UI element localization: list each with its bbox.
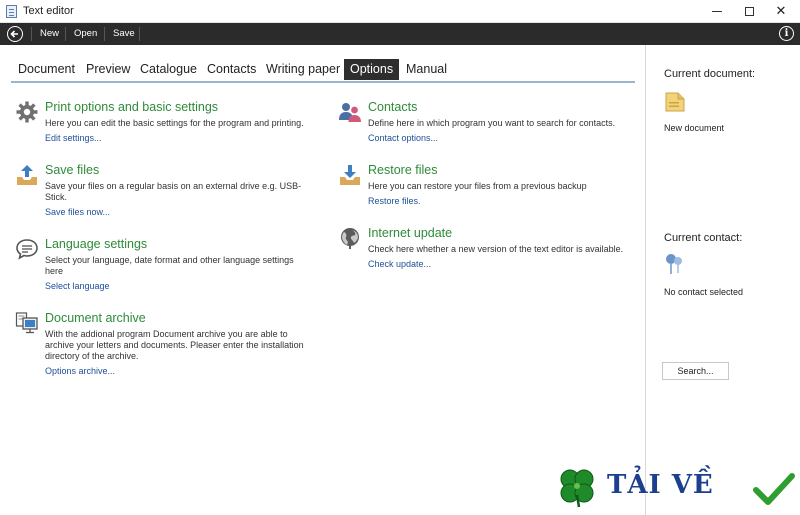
toolbar-separator <box>65 27 66 41</box>
check-update-link[interactable]: Check update... <box>368 259 431 269</box>
tab-contacts[interactable]: Contacts <box>201 59 262 80</box>
section-description: Save your files on a regular basis on an… <box>45 181 302 202</box>
section-title: Print options and basic settings <box>45 100 219 114</box>
minimize-button[interactable] <box>700 0 734 22</box>
info-button[interactable]: i <box>779 26 794 41</box>
section-title: Restore files <box>368 163 438 177</box>
save-files-now-link[interactable]: Save files now... <box>45 207 110 217</box>
download-tray-icon <box>340 165 360 185</box>
tab-catalogue[interactable]: Catalogue <box>134 59 203 80</box>
section-title: Save files <box>45 163 100 177</box>
tab-document[interactable]: Document <box>12 59 81 80</box>
save-files-section: Save files Save your files on a regular … <box>15 163 315 219</box>
toolbar-separator <box>139 27 140 41</box>
options-archive-link[interactable]: Options archive... <box>45 366 115 376</box>
current-contact-value: No contact selected <box>664 287 744 297</box>
watermark-text: TẢI VỀ <box>607 470 714 500</box>
toolbar: New Open Save i <box>0 23 800 45</box>
contacts-section: Contacts Define here in which program yo… <box>338 100 628 146</box>
new-button[interactable]: New <box>40 23 59 45</box>
title-bar: Text editor ✕ <box>0 0 800 23</box>
section-description: With the addional program Document archi… <box>45 329 304 361</box>
toolbar-separator <box>104 27 105 41</box>
section-description: Check here whether a new version of the … <box>368 244 624 254</box>
section-description: Here you can restore your files from a p… <box>368 181 587 191</box>
edit-settings-link[interactable]: Edit settings... <box>45 133 102 143</box>
close-icon: ✕ <box>775 3 787 18</box>
language-settings-section: Language settings Select your language, … <box>15 237 315 293</box>
tab-manual[interactable]: Manual <box>400 59 453 80</box>
document-folder-icon <box>665 92 685 112</box>
contact-options-link[interactable]: Contact options... <box>368 133 438 143</box>
section-title: Document archive <box>45 311 146 325</box>
upload-tray-icon <box>17 165 37 185</box>
close-button[interactable]: ✕ <box>764 0 798 22</box>
internet-update-section: Internet update Check here whether a new… <box>338 226 633 272</box>
info-icon: i <box>784 28 789 39</box>
toolbar-separator <box>31 27 32 41</box>
tab-options[interactable]: Options <box>344 59 400 80</box>
window-title: Text editor <box>23 5 74 17</box>
maximize-button[interactable] <box>732 0 766 22</box>
speech-bubble-icon <box>16 239 38 260</box>
status-panel: Current document: New document Current c… <box>645 45 800 515</box>
section-description: Here you can edit the basic settings for… <box>45 118 304 128</box>
restore-files-section: Restore files Here you can restore your … <box>338 163 628 209</box>
save-button[interactable]: Save <box>113 23 135 45</box>
current-document-value: New document <box>664 123 725 133</box>
maximize-icon <box>744 7 754 17</box>
section-description: Select your language, date format and ot… <box>45 255 294 276</box>
search-contact-button[interactable]: Search... <box>662 362 729 380</box>
people-icon <box>339 103 361 122</box>
document-app-icon <box>6 5 17 18</box>
current-contact-label: Current contact: <box>664 232 743 244</box>
tab-underline <box>11 81 635 83</box>
section-title: Internet update <box>368 226 453 240</box>
back-button[interactable] <box>7 26 23 42</box>
open-button[interactable]: Open <box>74 23 97 45</box>
checkmark-icon <box>753 473 795 505</box>
restore-files-link[interactable]: Restore files. <box>368 196 421 206</box>
current-document-label: Current document: <box>664 68 756 80</box>
tab-preview[interactable]: Preview <box>80 59 136 80</box>
section-description: Define here in which program you want to… <box>368 118 616 128</box>
globe-icon <box>341 228 359 249</box>
print-options-section: Print options and basic settings Here yo… <box>15 100 315 146</box>
archive-monitor-icon <box>15 312 38 334</box>
document-archive-section: Document archive With the addional progr… <box>15 311 315 379</box>
select-language-link[interactable]: Select language <box>45 281 110 291</box>
contact-pin-icon <box>666 254 682 274</box>
section-title: Contacts <box>368 100 418 114</box>
watermark: TẢI VỀ <box>553 464 798 512</box>
back-arrow-icon <box>10 30 18 38</box>
section-title: Language settings <box>45 237 148 251</box>
clover-icon <box>560 469 594 508</box>
gear-icon <box>16 101 38 123</box>
tab-writing-paper[interactable]: Writing paper <box>260 59 346 80</box>
minimize-icon <box>712 11 722 13</box>
